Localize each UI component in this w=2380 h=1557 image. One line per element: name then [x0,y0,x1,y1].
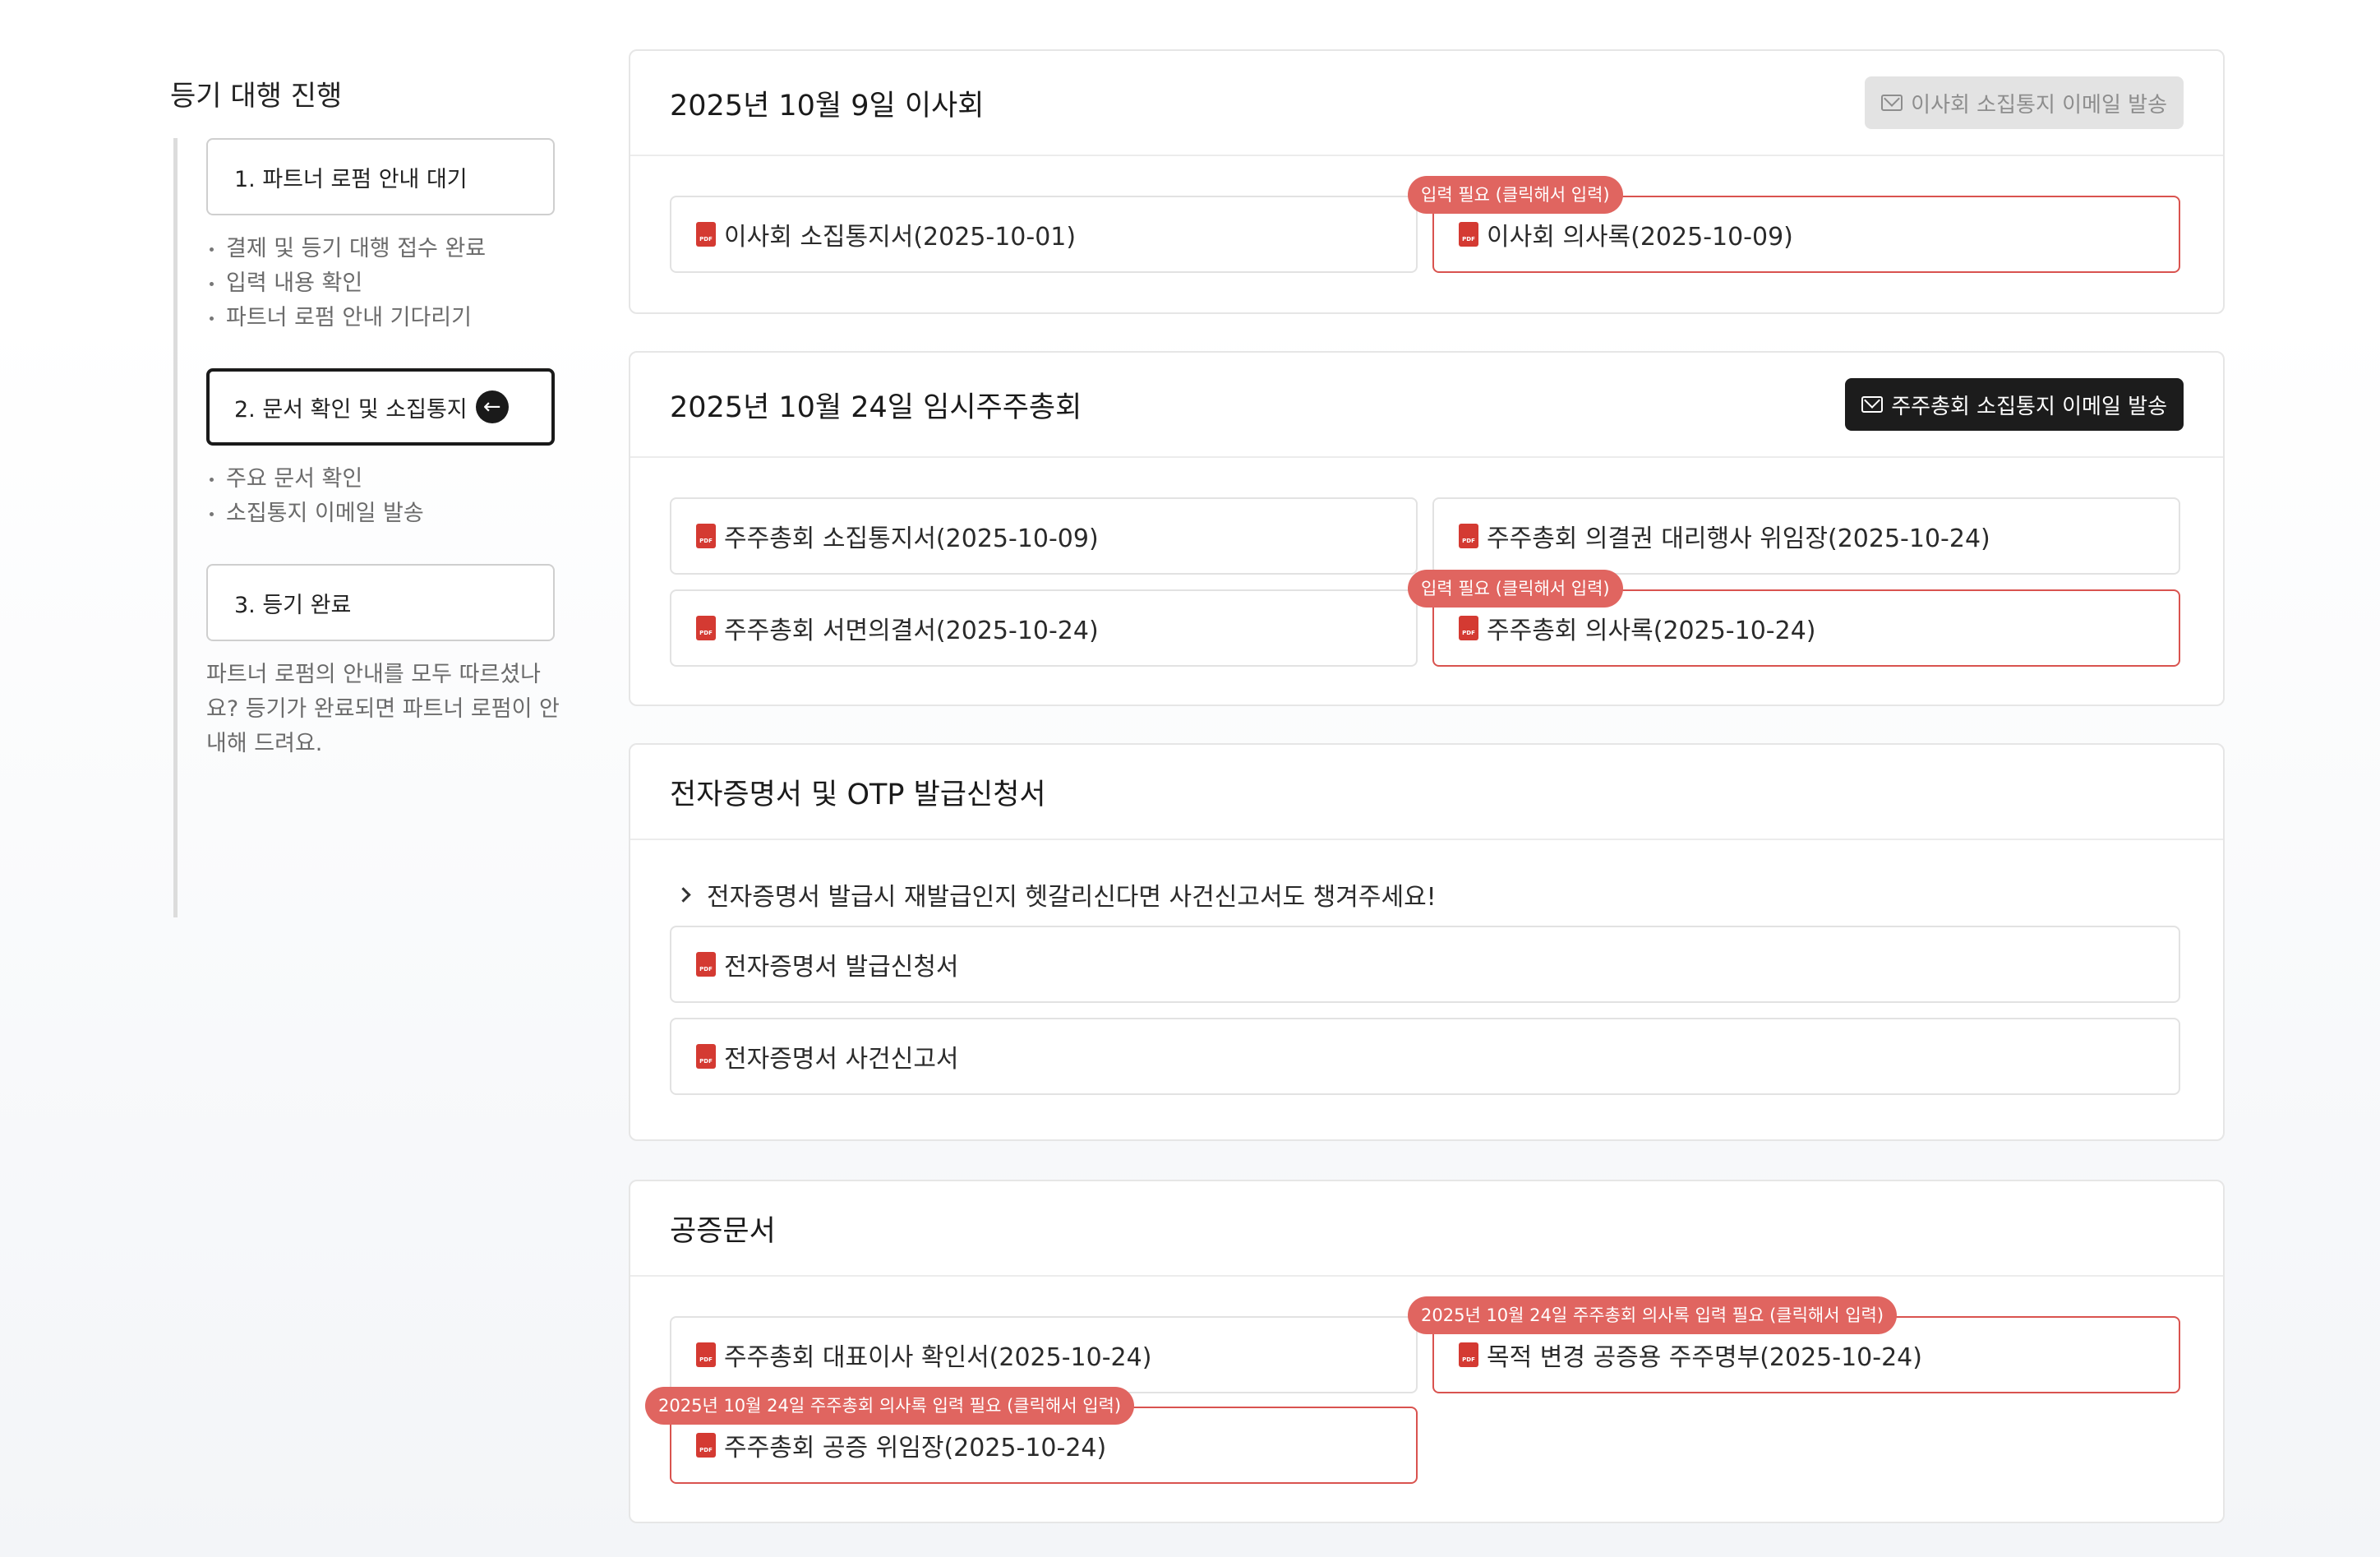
card-header: 전자증명서 및 OTP 발급신청서 [630,745,2223,840]
document-item-required[interactable]: 2025년 10월 24일 주주총회 의사록 입력 필요 (클릭해서 입력) 목… [1408,1296,2180,1393]
chevron-right-icon [676,886,691,903]
step-3-note: 파트너 로펌의 안내를 모두 따르셨나요? 등기가 완료되면 파트너 로펌이 안… [206,662,560,756]
progress-timeline: 1. 파트너 로펌 안내 대기 결제 및 등기 대행 접수 완료 입력 내용 확… [173,138,560,917]
step-2-label: 2. 문서 확인 및 소집통지 [234,396,468,423]
step-1-item: 입력 내용 확인 [206,266,560,301]
button-label: 이사회 소집통지 이메일 발송 [1911,92,2167,118]
card-title: 2025년 10월 24일 임시주주총회 [670,390,1082,424]
document-label: 이사회 소집통지서(2025-10-01) [724,223,1077,252]
document-label: 주주총회 서면의결서(2025-10-24) [724,617,1099,645]
input-required-badge: 입력 필요 (클릭해서 입력) [1408,176,1623,214]
step-3-label: 3. 등기 완료 [234,592,352,618]
document-list: 주주총회 소집통지서(2025-10-09) 주주총회 의결권 대리행사 위임장… [630,458,2223,706]
card-header: 2025년 10월 24일 임시주주총회 주주총회 소집통지 이메일 발송 [630,353,2223,458]
document-item-required[interactable]: 입력 필요 (클릭해서 입력) 주주총회 의사록(2025-10-24) [1408,570,2180,667]
card-header: 2025년 10월 9일 이사회 이사회 소집통지 이메일 발송 [630,51,2223,156]
document-item[interactable]: 주주총회 의결권 대리행사 위임장(2025-10-24) [1432,497,2180,575]
mail-icon [1861,396,1884,413]
step-2-item: 주요 문서 확인 [206,462,560,497]
button-label: 주주총회 소집통지 이메일 발송 [1891,394,2167,419]
certificate-hint[interactable]: 전자증명서 발급시 재발급인지 헷갈리신다면 사건신고서도 챙겨주세요! [630,840,2223,916]
step-3[interactable]: 3. 등기 완료 [206,564,555,641]
shareholders-meeting-card: 2025년 10월 24일 임시주주총회 주주총회 소집통지 이메일 발송 주주… [629,351,2225,706]
shareholders-notice-email-button[interactable]: 주주총회 소집통지 이메일 발송 [1845,378,2184,431]
progress-sidebar: 등기 대행 진행 1. 파트너 로펌 안내 대기 결제 및 등기 대행 접수 완… [170,76,560,917]
pdf-icon [1459,222,1478,247]
pdf-icon [696,952,716,977]
step-1-item: 결제 및 등기 대행 접수 완료 [206,232,560,266]
step-1-item: 파트너 로펌 안내 기다리기 [206,301,560,335]
document-item[interactable]: 주주총회 서면의결서(2025-10-24) [670,589,1418,667]
sidebar-title: 등기 대행 진행 [170,80,343,113]
arrow-left-circle-icon: ← [475,390,509,423]
pdf-icon [1459,616,1478,640]
document-item[interactable]: 전자증명서 발급신청서 [670,926,2180,1003]
document-item[interactable]: 전자증명서 사건신고서 [670,1018,2180,1095]
input-required-badge: 2025년 10월 24일 주주총회 의사록 입력 필요 (클릭해서 입력) [1408,1296,1898,1334]
pdf-icon [696,1044,716,1069]
document-item[interactable]: 주주총회 대표이사 확인서(2025-10-24) [670,1316,1418,1393]
board-notice-email-button[interactable]: 이사회 소집통지 이메일 발송 [1865,76,2184,129]
mail-icon [1881,95,1903,111]
pdf-icon [1459,1342,1478,1367]
pdf-icon [696,616,716,640]
step-1[interactable]: 1. 파트너 로펌 안내 대기 [206,138,555,215]
card-title: 공증문서 [670,1214,776,1248]
card-title: 2025년 10월 9일 이사회 [670,89,985,122]
pdf-icon [696,222,716,247]
document-label: 주주총회 소집통지서(2025-10-09) [724,524,1099,553]
document-item[interactable]: 이사회 소집통지서(2025-10-01) [670,196,1418,273]
pdf-icon [1459,524,1478,548]
document-label: 이사회 의사록(2025-10-09) [1487,223,1793,252]
document-label: 전자증명서 발급신청서 [724,953,959,982]
document-label: 전자증명서 사건신고서 [724,1045,959,1074]
board-meeting-card: 2025년 10월 9일 이사회 이사회 소집통지 이메일 발송 이사회 소집통… [629,49,2225,314]
document-list: 주주총회 대표이사 확인서(2025-10-24) 2025년 10월 24일 … [630,1277,2223,1523]
pdf-icon [696,1342,716,1367]
document-label: 주주총회 의결권 대리행사 위임장(2025-10-24) [1487,524,1990,553]
document-item-required[interactable]: 2025년 10월 24일 주주총회 의사록 입력 필요 (클릭해서 입력) 주… [645,1387,1418,1484]
notary-documents-card: 공증문서 주주총회 대표이사 확인서(2025-10-24) 2025년 10월… [629,1180,2225,1523]
step-2-item: 소집통지 이메일 발송 [206,497,560,531]
step-2[interactable]: 2. 문서 확인 및 소집통지 ← [206,368,555,446]
step-2-items: 주요 문서 확인 소집통지 이메일 발송 [206,446,560,564]
pdf-icon [696,524,716,548]
step-1-label: 1. 파트너 로펌 안내 대기 [234,166,468,192]
input-required-badge: 2025년 10월 24일 주주총회 의사록 입력 필요 (클릭해서 입력) [645,1387,1135,1425]
document-list: 전자증명서 발급신청서 전자증명서 사건신고서 [630,916,2223,1134]
document-item[interactable]: 주주총회 소집통지서(2025-10-09) [670,497,1418,575]
certificate-card: 전자증명서 및 OTP 발급신청서 전자증명서 발급시 재발급인지 헷갈리신다면… [629,743,2225,1141]
document-label: 주주총회 대표이사 확인서(2025-10-24) [724,1343,1152,1372]
step-1-items: 결제 및 등기 대행 접수 완료 입력 내용 확인 파트너 로펌 안내 기다리기 [206,215,560,368]
card-title: 전자증명서 및 OTP 발급신청서 [670,778,1046,811]
pdf-icon [696,1433,716,1458]
hint-text: 전자증명서 발급시 재발급인지 헷갈리신다면 사건신고서도 챙겨주세요! [707,883,1437,912]
card-header: 공증문서 [630,1181,2223,1277]
document-label: 주주총회 공증 위임장(2025-10-24) [724,1434,1107,1462]
document-label: 목적 변경 공증용 주주명부(2025-10-24) [1487,1343,1922,1372]
input-required-badge: 입력 필요 (클릭해서 입력) [1408,570,1623,608]
document-list: 이사회 소집통지서(2025-10-01) 입력 필요 (클릭해서 입력) 이사… [630,156,2223,312]
document-label: 주주총회 의사록(2025-10-24) [1487,617,1816,645]
document-item-required[interactable]: 입력 필요 (클릭해서 입력) 이사회 의사록(2025-10-09) [1408,176,2180,273]
